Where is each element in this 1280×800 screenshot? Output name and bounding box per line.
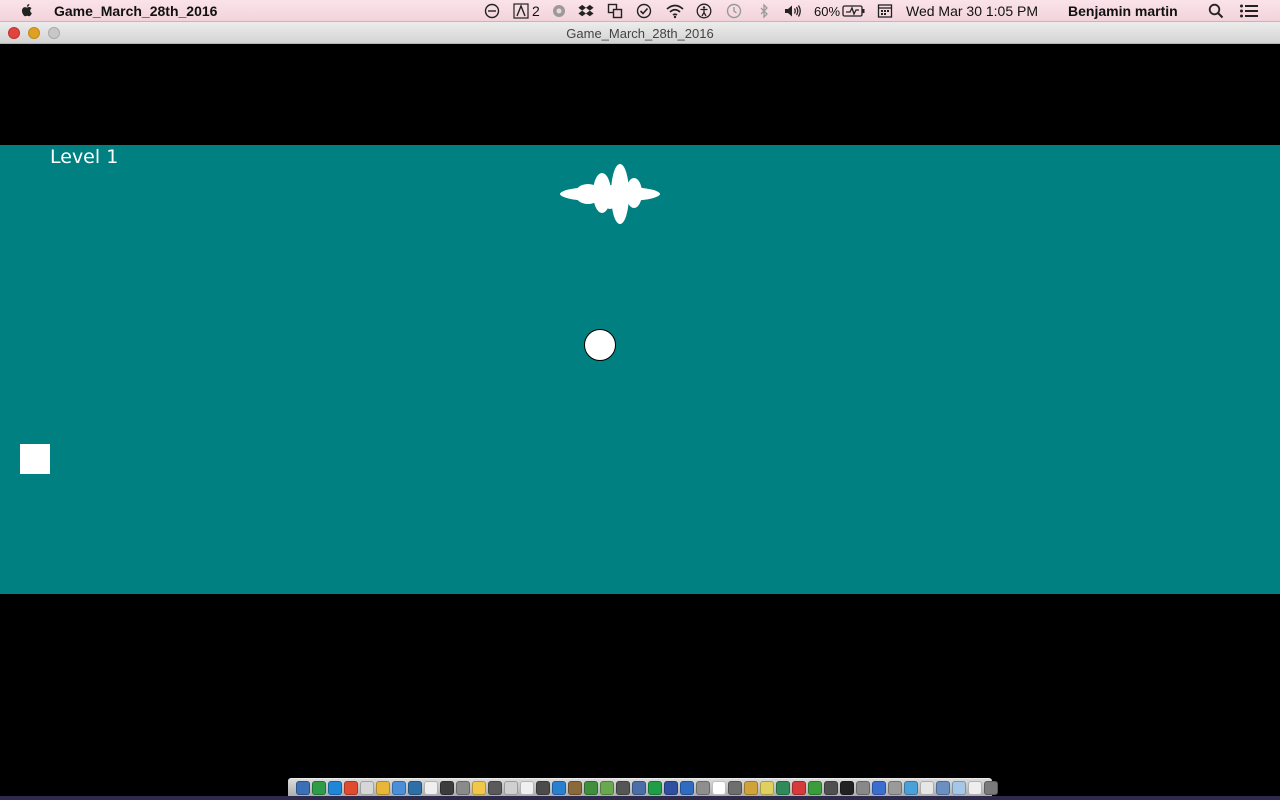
dock-app-icon[interactable] bbox=[680, 781, 694, 795]
dock-app-icon[interactable] bbox=[392, 781, 406, 795]
dock-app-icon[interactable] bbox=[408, 781, 422, 795]
dock-app-icon[interactable] bbox=[824, 781, 838, 795]
dock-app-icon[interactable] bbox=[584, 781, 598, 795]
dock-app-icon[interactable] bbox=[968, 781, 982, 795]
dock-app-icon[interactable] bbox=[840, 781, 854, 795]
dock-app-icon[interactable] bbox=[568, 781, 582, 795]
calendar-icon[interactable] bbox=[877, 3, 893, 19]
dock-icons bbox=[296, 781, 998, 797]
dock-app-icon[interactable] bbox=[792, 781, 806, 795]
dock-app-icon[interactable] bbox=[888, 781, 902, 795]
dock-app-icon[interactable] bbox=[376, 781, 390, 795]
dock-app-icon[interactable] bbox=[552, 781, 566, 795]
dock-app-icon[interactable] bbox=[776, 781, 790, 795]
level-label: Level 1 bbox=[50, 146, 119, 168]
dock-app-icon[interactable] bbox=[456, 781, 470, 795]
app-name-menu[interactable]: Game_March_28th_2016 bbox=[54, 3, 217, 19]
window-title-bar[interactable]: Game_March_28th_2016 bbox=[0, 22, 1280, 44]
dock bbox=[288, 778, 998, 798]
spotlight-search-icon[interactable] bbox=[1208, 3, 1224, 19]
ball bbox=[584, 329, 616, 361]
do-not-disturb-icon[interactable] bbox=[484, 3, 500, 19]
dock-app-icon[interactable] bbox=[472, 781, 486, 795]
dock-app-icon[interactable] bbox=[952, 781, 966, 795]
time-machine-icon[interactable] bbox=[726, 3, 742, 19]
wifi-icon[interactable] bbox=[665, 3, 685, 19]
dock-app-icon[interactable] bbox=[856, 781, 870, 795]
dock-app-icon[interactable] bbox=[744, 781, 758, 795]
dock-app-icon[interactable] bbox=[296, 781, 310, 795]
dock-app-icon[interactable] bbox=[712, 781, 726, 795]
dropbox-icon[interactable] bbox=[578, 3, 594, 19]
adobe-updates-count: 2 bbox=[532, 3, 540, 19]
window-title: Game_March_28th_2016 bbox=[566, 26, 714, 41]
apple-menu-icon[interactable] bbox=[19, 2, 35, 18]
enemy-sprite bbox=[558, 163, 662, 225]
dock-app-icon[interactable] bbox=[696, 781, 710, 795]
dock-app-icon[interactable] bbox=[424, 781, 438, 795]
accessibility-icon[interactable] bbox=[696, 3, 712, 19]
sync-icon[interactable] bbox=[551, 3, 567, 19]
dock-app-icon[interactable] bbox=[872, 781, 886, 795]
dock-app-icon[interactable] bbox=[600, 781, 614, 795]
dock-app-icon[interactable] bbox=[936, 781, 950, 795]
game-canvas[interactable]: Level 1 bbox=[0, 145, 1280, 594]
checkmark-icon[interactable] bbox=[636, 3, 652, 19]
game-letterbox-top bbox=[0, 44, 1280, 145]
dock-app-icon[interactable] bbox=[504, 781, 518, 795]
dock-app-icon[interactable] bbox=[312, 781, 326, 795]
dock-app-icon[interactable] bbox=[344, 781, 358, 795]
dock-app-icon[interactable] bbox=[488, 781, 502, 795]
dock-app-icon[interactable] bbox=[632, 781, 646, 795]
battery-percent: 60% bbox=[814, 4, 841, 19]
dock-app-icon[interactable] bbox=[328, 781, 342, 795]
dock-app-icon[interactable] bbox=[728, 781, 742, 795]
dock-app-icon[interactable] bbox=[360, 781, 374, 795]
desktop-edge bbox=[0, 796, 1280, 800]
dock-app-icon[interactable] bbox=[808, 781, 822, 795]
dock-app-icon[interactable] bbox=[520, 781, 534, 795]
dock-app-icon[interactable] bbox=[984, 781, 998, 795]
dock-app-icon[interactable] bbox=[648, 781, 662, 795]
volume-icon[interactable] bbox=[783, 3, 803, 19]
bluetooth-icon[interactable] bbox=[756, 3, 772, 19]
dock-app-icon[interactable] bbox=[616, 781, 630, 795]
user-name-menu[interactable]: Benjamin martin bbox=[1068, 3, 1178, 19]
dock-app-icon[interactable] bbox=[920, 781, 934, 795]
menu-bar: Game_March_28th_2016 2 60% Wed Mar 30 1:… bbox=[0, 0, 1280, 22]
adobe-updates-icon[interactable] bbox=[513, 3, 529, 19]
dock-app-icon[interactable] bbox=[904, 781, 918, 795]
notification-center-icon[interactable] bbox=[1239, 3, 1259, 19]
screen-share-icon[interactable] bbox=[607, 3, 623, 19]
player-block bbox=[20, 444, 50, 474]
clock[interactable]: Wed Mar 30 1:05 PM bbox=[906, 3, 1038, 19]
dock-app-icon[interactable] bbox=[664, 781, 678, 795]
battery-charging-icon[interactable] bbox=[842, 3, 866, 19]
dock-app-icon[interactable] bbox=[440, 781, 454, 795]
dock-app-icon[interactable] bbox=[536, 781, 550, 795]
dock-app-icon[interactable] bbox=[760, 781, 774, 795]
